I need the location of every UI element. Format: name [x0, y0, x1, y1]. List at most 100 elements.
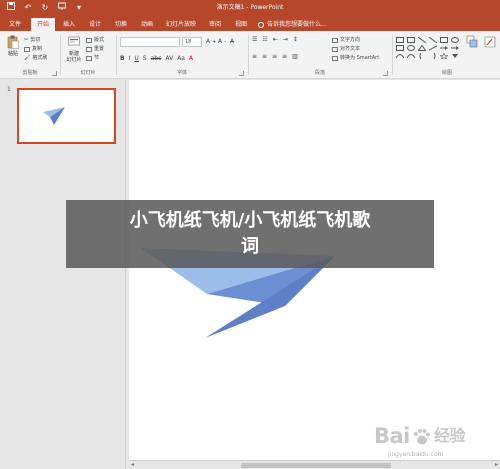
section-button[interactable]: 节 [86, 54, 99, 62]
bold-icon[interactable]: B [120, 55, 125, 63]
curve-shape-icon[interactable] [406, 53, 416, 59]
change-case-icon[interactable]: Aa [177, 55, 185, 63]
paragraph-launcher-icon[interactable] [383, 71, 388, 76]
justify-icon[interactable]: ≡ [282, 53, 287, 61]
font-launcher-icon[interactable] [239, 71, 244, 76]
columns-icon[interactable]: ▥ [292, 53, 298, 61]
char-spacing-icon[interactable]: AV [165, 55, 173, 63]
tab-animations[interactable]: 动画 [136, 18, 158, 31]
watermark-brand-right: 经验 [434, 426, 466, 445]
arrange-button[interactable] [464, 35, 480, 51]
slide-number: 1 [7, 86, 11, 93]
more-shapes-icon[interactable] [451, 53, 459, 59]
paste-button[interactable]: 粘贴 [4, 35, 22, 57]
shrink-font-button[interactable]: A- [218, 38, 226, 46]
tab-view[interactable]: 视图 [230, 18, 252, 31]
align-left-icon[interactable]: ≡ [252, 53, 257, 61]
align-text-button[interactable]: 对齐文本 [332, 45, 360, 53]
format-painter-button[interactable]: 🖌 格式刷 [24, 54, 47, 62]
smartart-icon [332, 55, 338, 61]
slides-panel: 1 [0, 80, 126, 469]
divider [248, 35, 249, 75]
arrow-shape-icon[interactable] [451, 45, 459, 51]
title-bar: ↶ ↻ ▾ 演示文稿1 - PowerPoint [0, 0, 500, 16]
scroll-right-icon[interactable]: ▸ [495, 461, 498, 469]
paragraph-group: ☰ ☷ ⇤ ⇥ ↕ ≡ ≡ ≡ ≡ ▥ 文字方向 对齐文本 转换为 SmartA… [250, 33, 390, 78]
reset-button[interactable]: 重置 [86, 45, 104, 53]
smartart-button[interactable]: 转换为 SmartArt [332, 54, 379, 62]
font-color-icon[interactable]: A [189, 55, 193, 63]
clear-format-button[interactable]: A̶ [230, 38, 234, 46]
window-title: 演示文稿1 - PowerPoint [216, 4, 284, 11]
textbox-shape-icon[interactable] [407, 37, 415, 43]
font-label: 字体 [176, 70, 187, 76]
rectangle-shape-icon[interactable] [396, 45, 404, 51]
shapes-gallery[interactable] [395, 36, 459, 60]
banner-line-1: 小飞机纸飞机/小飞机纸飞机歌 [129, 210, 371, 231]
decrease-indent-icon[interactable]: ⇤ [273, 36, 278, 44]
font-name-field[interactable] [120, 37, 180, 47]
slide-thumbnail[interactable] [17, 88, 116, 144]
line-shape-icon[interactable] [428, 45, 438, 51]
strikethrough-icon[interactable]: abc [151, 55, 162, 63]
slides-group: 新建 幻灯片 版式 重置 节 幻灯片 [62, 33, 114, 78]
slide-canvas[interactable] [129, 80, 500, 460]
line-shape-icon[interactable] [417, 36, 427, 44]
tab-review[interactable]: 审阅 [204, 18, 226, 31]
tab-file[interactable]: 文件 [4, 18, 26, 31]
baidu-watermark: Bai 经验 jingyan.baidu.com [374, 424, 484, 466]
numbering-icon[interactable]: ☷ [262, 36, 267, 44]
clipboard-launcher-icon[interactable] [52, 71, 57, 76]
layout-button[interactable]: 版式 [86, 36, 104, 44]
curve-shape-icon[interactable] [395, 53, 405, 59]
increase-indent-icon[interactable]: ⇥ [283, 36, 288, 44]
text-direction-button[interactable]: 文字方向 [332, 36, 360, 44]
align-text-icon [332, 46, 338, 52]
title-banner: 小飞机纸飞机/小飞机纸飞机歌 词 [66, 200, 434, 268]
textbox-shape-icon[interactable] [396, 37, 404, 43]
clipboard-group: 粘贴 ✂ 剪切 复制 🖌 格式刷 剪贴板 [2, 33, 58, 78]
align-center-icon[interactable]: ≡ [262, 53, 267, 61]
ribbon-tabs: 文件 开始 插入 设计 切换 动画 幻灯片放映 审阅 视图 告诉我您想要做什么.… [0, 16, 500, 31]
underline-icon[interactable]: U [134, 55, 138, 63]
text-direction-icon [332, 37, 338, 43]
align-right-icon[interactable]: ≡ [272, 53, 277, 61]
brace-shape-icon[interactable] [418, 52, 426, 60]
brace-shape-icon[interactable] [429, 52, 437, 60]
tab-transitions[interactable]: 切换 [110, 18, 132, 31]
shadow-icon[interactable]: S [143, 55, 147, 63]
tab-slideshow[interactable]: 幻灯片放映 [162, 18, 200, 31]
divider [392, 35, 393, 75]
scrollbar-thumb[interactable] [241, 463, 391, 468]
copy-button[interactable]: 复制 [24, 45, 42, 53]
cut-button[interactable]: ✂ 剪切 [24, 36, 40, 44]
grow-font-button[interactable]: A + [206, 38, 216, 46]
banner-line-2: 词 [241, 236, 259, 257]
rectangle-shape-icon[interactable] [440, 37, 448, 43]
tell-me-placeholder: 告诉我您想要做什么... [267, 21, 327, 28]
star-shape-icon[interactable] [438, 52, 450, 60]
arrow-shape-icon[interactable] [440, 45, 448, 51]
quick-styles-button[interactable] [482, 35, 498, 51]
triangle-shape-icon[interactable] [417, 44, 427, 51]
new-slide-icon [68, 36, 80, 46]
italic-icon[interactable]: I [129, 55, 131, 63]
ribbon-home: 粘贴 ✂ 剪切 复制 🖌 格式刷 剪贴板 新建 幻灯片 版式 重置 节 幻灯片 18… [0, 31, 500, 79]
line-shape-icon[interactable] [428, 36, 438, 44]
new-slide-button[interactable]: 新建 幻灯片 [64, 35, 84, 63]
tab-home[interactable]: 开始 [31, 18, 55, 31]
oval-shape-icon[interactable] [407, 45, 415, 51]
scroll-left-icon[interactable]: ◂ [131, 461, 134, 469]
paper-plane-image [141, 248, 335, 338]
reset-icon [86, 46, 92, 52]
paw-icon [414, 429, 430, 445]
tab-insert[interactable]: 插入 [58, 18, 80, 31]
font-size-field[interactable]: 18 [182, 37, 202, 47]
oval-shape-icon[interactable] [451, 37, 459, 43]
tell-me-box[interactable]: 告诉我您想要做什么... [258, 18, 327, 31]
tab-design[interactable]: 设计 [84, 18, 106, 31]
divider [116, 35, 117, 75]
bullets-icon[interactable]: ☰ [252, 36, 257, 44]
font-group: 18 A + A- A̶ B I U S abc AV Aa A 字体 [118, 33, 246, 78]
line-spacing-icon[interactable]: ↕ [293, 36, 298, 44]
